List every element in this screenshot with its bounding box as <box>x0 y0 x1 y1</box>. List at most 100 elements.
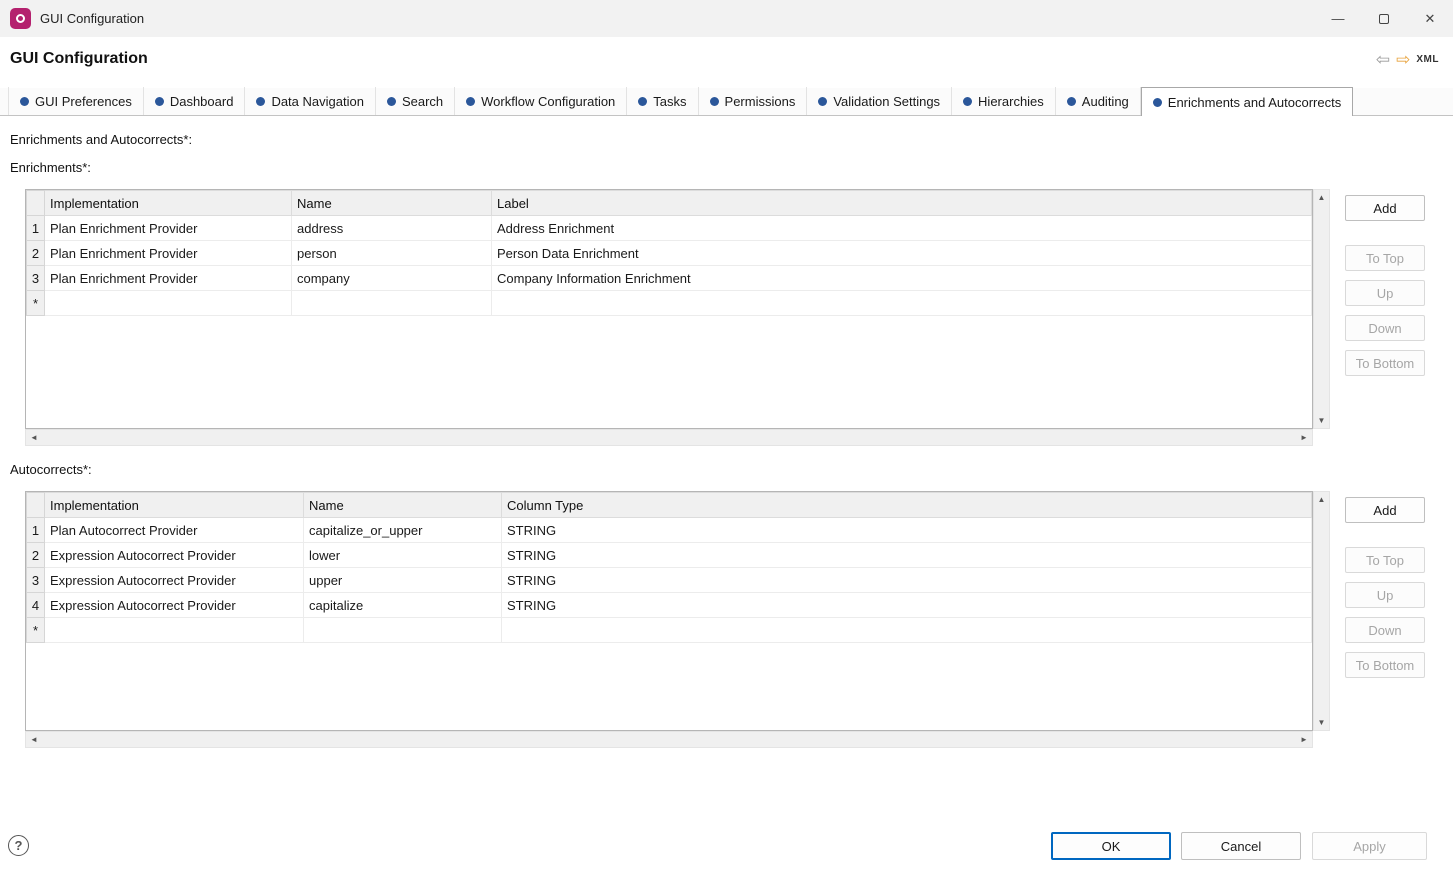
column-header-column-type[interactable]: Column Type <box>502 493 1312 518</box>
tab-workflow-configuration[interactable]: Workflow Configuration <box>455 87 627 115</box>
table-row[interactable]: 3 Plan Enrichment Provider company Compa… <box>27 266 1312 291</box>
table-new-row[interactable]: * <box>27 618 1312 643</box>
enrichments-add-button[interactable]: Add <box>1345 195 1425 221</box>
autocorrects-up-button[interactable]: Up <box>1345 582 1425 608</box>
cell-label[interactable] <box>492 291 1312 316</box>
table-row[interactable]: 1 Plan Autocorrect Provider capitalize_o… <box>27 518 1312 543</box>
scroll-right-icon[interactable]: ► <box>1296 732 1312 747</box>
autocorrects-to-bottom-button[interactable]: To Bottom <box>1345 652 1425 678</box>
back-arrow-icon[interactable]: ⇦ <box>1376 51 1390 68</box>
forward-arrow-icon[interactable]: ⇨ <box>1396 51 1410 68</box>
cell-name[interactable] <box>304 618 502 643</box>
enrichments-to-top-button[interactable]: To Top <box>1345 245 1425 271</box>
tab-gui-preferences[interactable]: GUI Preferences <box>8 87 144 115</box>
row-number: 3 <box>27 568 45 593</box>
table-new-row[interactable]: * <box>27 291 1312 316</box>
enrichments-down-button[interactable]: Down <box>1345 315 1425 341</box>
enrichments-to-bottom-button[interactable]: To Bottom <box>1345 350 1425 376</box>
scroll-down-icon[interactable]: ▼ <box>1314 715 1330 730</box>
table-row[interactable]: 2 Plan Enrichment Provider person Person… <box>27 241 1312 266</box>
cell-column-type[interactable]: STRING <box>502 543 1312 568</box>
app-icon <box>10 8 31 29</box>
maximize-button[interactable] <box>1361 0 1407 37</box>
cell-column-type[interactable]: STRING <box>502 593 1312 618</box>
column-header-implementation[interactable]: Implementation <box>45 191 292 216</box>
cell-implementation[interactable]: Expression Autocorrect Provider <box>45 568 304 593</box>
tab-tasks[interactable]: Tasks <box>627 87 698 115</box>
horizontal-scrollbar[interactable]: ◄ ► <box>25 731 1313 748</box>
xml-view-button[interactable]: XML <box>1416 54 1439 65</box>
horizontal-scrollbar[interactable]: ◄ ► <box>25 429 1313 446</box>
cell-name[interactable]: person <box>292 241 492 266</box>
tab-auditing[interactable]: Auditing <box>1056 87 1141 115</box>
cell-implementation[interactable] <box>45 291 292 316</box>
vertical-scrollbar[interactable]: ▲ ▼ <box>1313 491 1330 731</box>
tab-dot-icon <box>256 97 265 106</box>
tab-dot-icon <box>1153 98 1162 107</box>
cell-label[interactable]: Person Data Enrichment <box>492 241 1312 266</box>
help-button[interactable]: ? <box>8 835 29 856</box>
scroll-left-icon[interactable]: ◄ <box>26 430 42 445</box>
tab-search[interactable]: Search <box>376 87 455 115</box>
cell-implementation[interactable]: Plan Autocorrect Provider <box>45 518 304 543</box>
enrichments-table: Implementation Name Label 1 Plan Enrichm… <box>25 189 1313 429</box>
tab-permissions[interactable]: Permissions <box>699 87 808 115</box>
autocorrects-to-top-button[interactable]: To Top <box>1345 547 1425 573</box>
page-title: GUI Configuration <box>10 50 148 68</box>
tab-validation-settings[interactable]: Validation Settings <box>807 87 952 115</box>
enrichments-table-panel: Implementation Name Label 1 Plan Enrichm… <box>25 189 1330 446</box>
column-header-label[interactable]: Label <box>492 191 1312 216</box>
cell-name[interactable]: upper <box>304 568 502 593</box>
cell-label[interactable]: Address Enrichment <box>492 216 1312 241</box>
cell-column-type[interactable] <box>502 618 1312 643</box>
cell-implementation[interactable]: Plan Enrichment Provider <box>45 266 292 291</box>
scroll-right-icon[interactable]: ► <box>1296 430 1312 445</box>
table-row[interactable]: 2 Expression Autocorrect Provider lower … <box>27 543 1312 568</box>
tab-label: Enrichments and Autocorrects <box>1168 95 1341 110</box>
cancel-button[interactable]: Cancel <box>1181 832 1301 860</box>
column-header-name[interactable]: Name <box>304 493 502 518</box>
scroll-down-icon[interactable]: ▼ <box>1314 413 1330 428</box>
cell-label[interactable]: Company Information Enrichment <box>492 266 1312 291</box>
tab-dashboard[interactable]: Dashboard <box>144 87 246 115</box>
tab-enrichments-and-autocorrects[interactable]: Enrichments and Autocorrects <box>1141 87 1353 116</box>
cell-column-type[interactable]: STRING <box>502 518 1312 543</box>
tab-data-navigation[interactable]: Data Navigation <box>245 87 376 115</box>
cell-implementation[interactable]: Expression Autocorrect Provider <box>45 543 304 568</box>
tab-label: Permissions <box>725 94 796 109</box>
vertical-scrollbar[interactable]: ▲ ▼ <box>1313 189 1330 429</box>
cell-name[interactable] <box>292 291 492 316</box>
column-header-name[interactable]: Name <box>292 191 492 216</box>
column-header-implementation[interactable]: Implementation <box>45 493 304 518</box>
tab-label: Validation Settings <box>833 94 940 109</box>
page-header: GUI Configuration ⇦ ⇨ XML <box>0 37 1453 88</box>
tab-dot-icon <box>387 97 396 106</box>
tab-label: GUI Preferences <box>35 94 132 109</box>
cell-name[interactable]: company <box>292 266 492 291</box>
cell-implementation[interactable]: Expression Autocorrect Provider <box>45 593 304 618</box>
apply-button[interactable]: Apply <box>1312 832 1427 860</box>
minimize-button[interactable]: — <box>1315 0 1361 37</box>
cell-name[interactable]: lower <box>304 543 502 568</box>
ok-button[interactable]: OK <box>1051 832 1171 860</box>
tab-label: Tasks <box>653 94 686 109</box>
scroll-up-icon[interactable]: ▲ <box>1314 492 1330 507</box>
tab-label: Hierarchies <box>978 94 1044 109</box>
scroll-up-icon[interactable]: ▲ <box>1314 190 1330 205</box>
cell-implementation[interactable]: Plan Enrichment Provider <box>45 241 292 266</box>
cell-implementation[interactable]: Plan Enrichment Provider <box>45 216 292 241</box>
scroll-left-icon[interactable]: ◄ <box>26 732 42 747</box>
table-row[interactable]: 3 Expression Autocorrect Provider upper … <box>27 568 1312 593</box>
enrichments-up-button[interactable]: Up <box>1345 280 1425 306</box>
table-row[interactable]: 4 Expression Autocorrect Provider capita… <box>27 593 1312 618</box>
table-row[interactable]: 1 Plan Enrichment Provider address Addre… <box>27 216 1312 241</box>
cell-name[interactable]: capitalize <box>304 593 502 618</box>
cell-name[interactable]: address <box>292 216 492 241</box>
autocorrects-down-button[interactable]: Down <box>1345 617 1425 643</box>
cell-implementation[interactable] <box>45 618 304 643</box>
close-button[interactable]: ✕ <box>1407 0 1453 37</box>
tab-hierarchies[interactable]: Hierarchies <box>952 87 1056 115</box>
cell-name[interactable]: capitalize_or_upper <box>304 518 502 543</box>
cell-column-type[interactable]: STRING <box>502 568 1312 593</box>
autocorrects-add-button[interactable]: Add <box>1345 497 1425 523</box>
